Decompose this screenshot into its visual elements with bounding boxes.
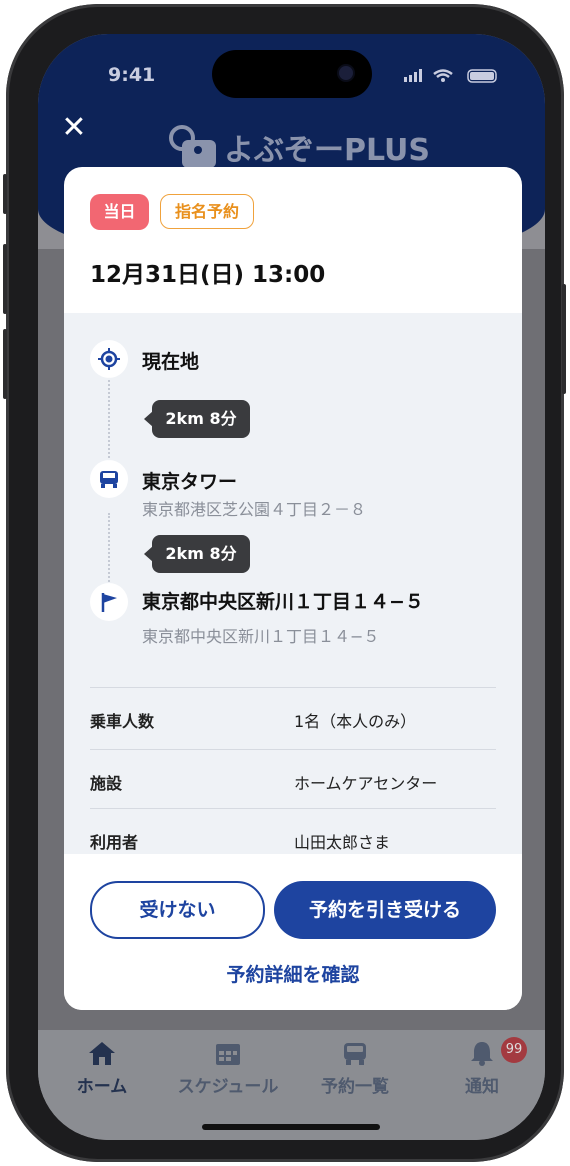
- info-value: 山田太郎さま: [294, 833, 391, 852]
- today-tag: 当日: [90, 194, 149, 230]
- leg-distance-badge: 2km 8分: [144, 400, 250, 438]
- car-icon: [90, 460, 128, 498]
- info-label: 施設: [90, 774, 123, 793]
- start-title: 現在地: [142, 351, 200, 373]
- info-label: 利用者: [90, 833, 139, 852]
- reservation-datetime: 12月31日(日) 13:00: [90, 262, 326, 288]
- tab-notifications-label: 通知: [465, 1077, 499, 1097]
- status-time: 9:41: [108, 64, 156, 86]
- card-actions: 受けない 予約を引き受ける 予約詳細を確認: [64, 854, 522, 1010]
- leg-distance-badge: 2km 8分: [144, 535, 250, 573]
- info-value: 1名（本人のみ）: [294, 712, 417, 731]
- bell-icon: [471, 1042, 493, 1066]
- decline-button[interactable]: 受けない: [90, 881, 265, 939]
- info-row-facility: 施設 ホームケアセンター: [90, 749, 496, 808]
- destination-address: 東京都中央区新川１丁目１４−５: [142, 627, 380, 646]
- route-line: [108, 513, 110, 593]
- tab-home[interactable]: ホーム: [42, 1040, 162, 1097]
- power-button: [562, 284, 566, 394]
- logo-text: よぶぞーPLUS: [224, 133, 431, 168]
- notification-badge: 99: [501, 1037, 527, 1063]
- reservation-card: 当日 指名予約 12月31日(日) 13:00 現在地 2km 8分 東京タワー…: [64, 167, 522, 1010]
- screen: 9:41 ✕ よぶぞーPLUS ホーム スケジュール 予約一覧 通知 99 当日…: [38, 34, 545, 1140]
- phone-frame: 9:41 ✕ よぶぞーPLUS ホーム スケジュール 予約一覧 通知 99 当日…: [3, 4, 566, 1162]
- tab-home-label: ホーム: [76, 1077, 128, 1097]
- app-logo: よぶぞーPLUS: [168, 124, 430, 170]
- named-reservation-tag: 指名予約: [160, 194, 254, 229]
- pickup-title: 東京タワー: [142, 471, 238, 493]
- home-icon: [89, 1042, 115, 1065]
- logo-icon: [169, 125, 216, 168]
- status-icons: [404, 69, 497, 83]
- volume-down-button: [3, 329, 7, 399]
- mute-switch: [3, 174, 7, 214]
- calendar-icon: [216, 1044, 240, 1065]
- info-row-passengers: 乗車人数 1名（本人のみ）: [90, 687, 496, 746]
- tab-schedule-label: スケジュール: [177, 1077, 279, 1097]
- pickup-address: 東京都港区芝公園４丁目２－８: [142, 500, 367, 519]
- location-target-icon: [90, 340, 128, 378]
- info-label: 乗車人数: [90, 712, 155, 731]
- destination-title: 東京都中央区新川１丁目１４−５: [142, 591, 424, 613]
- info-value: ホームケアセンター: [294, 774, 438, 793]
- tab-reservations[interactable]: 予約一覧: [295, 1040, 415, 1097]
- close-icon[interactable]: ✕: [60, 113, 88, 143]
- camera: [339, 66, 353, 80]
- tab-schedule[interactable]: スケジュール: [168, 1040, 288, 1097]
- view-details-link[interactable]: 予約詳細を確認: [64, 960, 522, 987]
- route-section: 現在地 2km 8分 東京タワー 東京都港区芝公園４丁目２－８ 2km 8分 東…: [64, 313, 522, 854]
- flag-icon: [90, 583, 128, 621]
- route-line: [108, 373, 110, 469]
- tab-reservations-label: 予約一覧: [321, 1077, 389, 1097]
- accept-button[interactable]: 予約を引き受ける: [274, 881, 496, 939]
- home-indicator[interactable]: [202, 1124, 380, 1130]
- volume-up-button: [3, 244, 7, 314]
- car-icon: [344, 1043, 366, 1065]
